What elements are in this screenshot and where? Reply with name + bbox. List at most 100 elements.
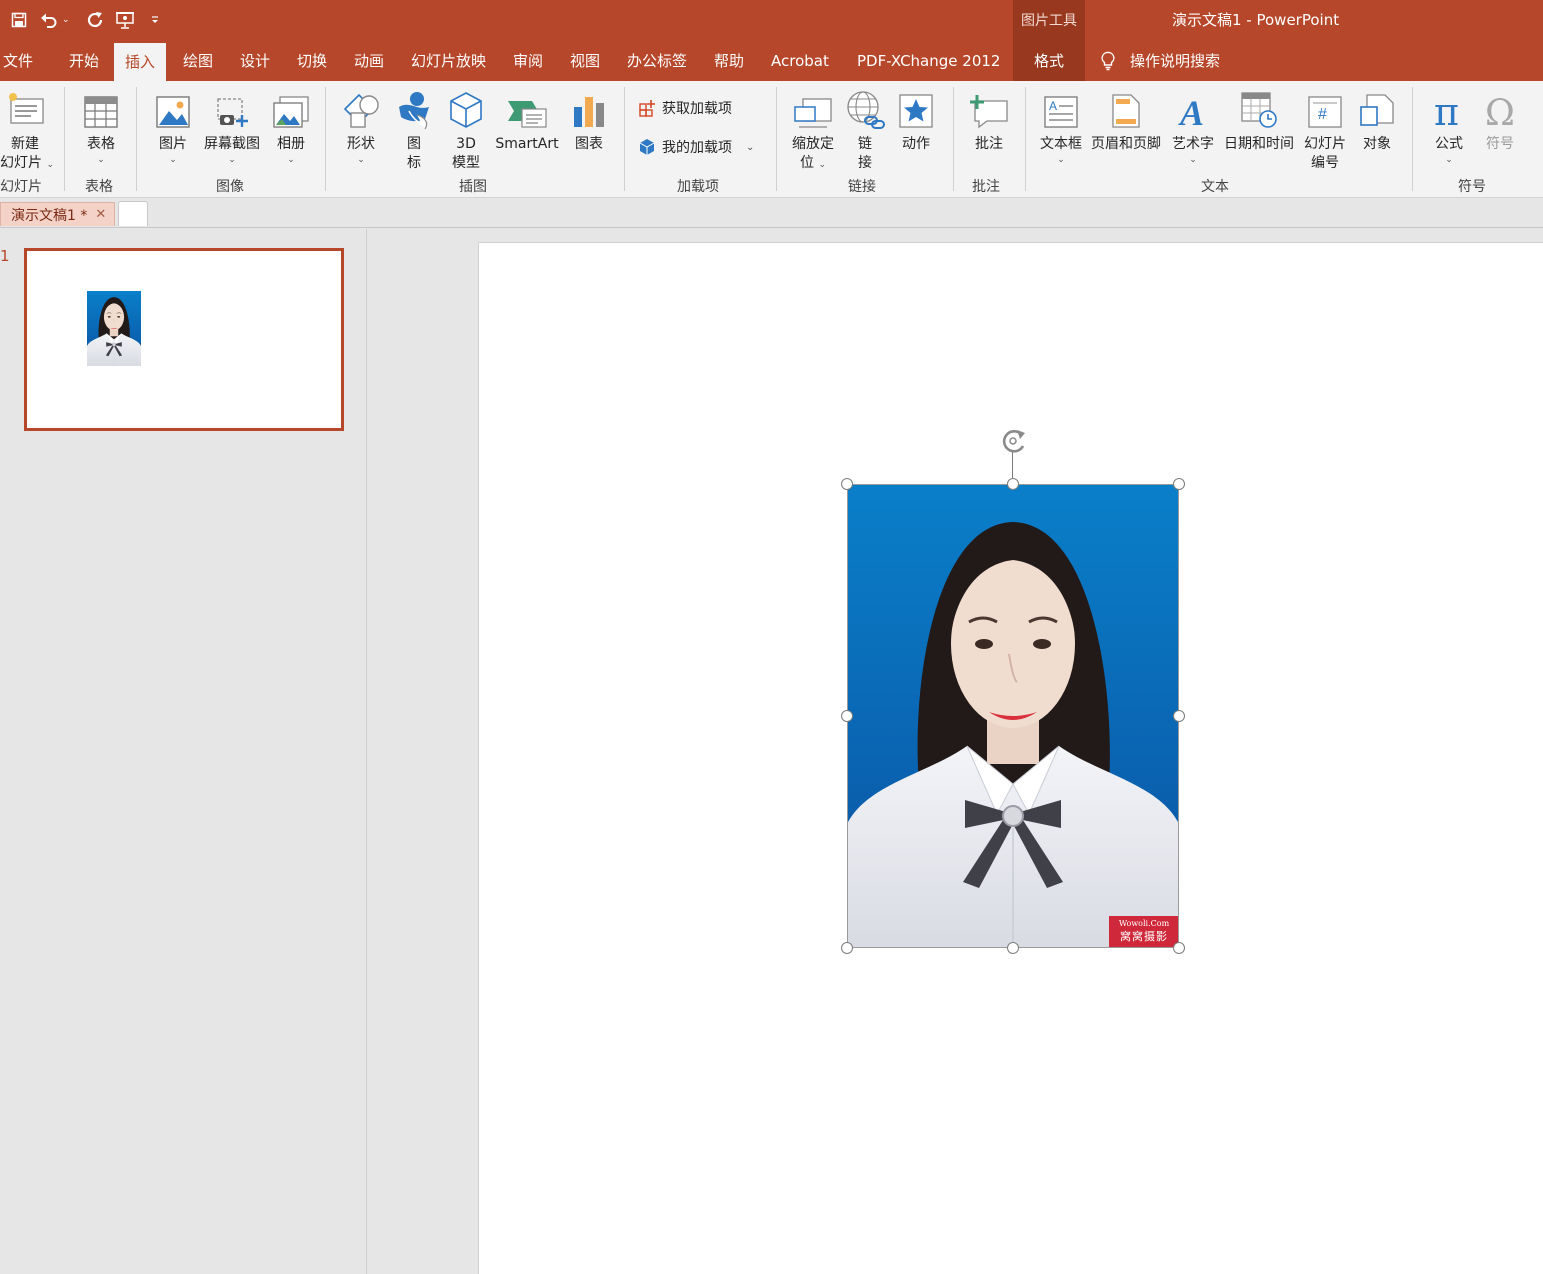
- textbox-button[interactable]: A 文本框 ⌄: [1036, 89, 1086, 166]
- slide-thumbnail[interactable]: [24, 248, 344, 431]
- link-button[interactable]: 链 接: [844, 89, 886, 173]
- rotate-icon: [1002, 430, 1025, 453]
- document-tab[interactable]: 演示文稿1 * ✕: [0, 202, 115, 226]
- get-addins-button[interactable]: 获取加载项: [638, 96, 732, 120]
- smartart-button[interactable]: SmartArt: [492, 89, 562, 154]
- resize-handle-bottom-right[interactable]: [1173, 942, 1185, 954]
- photo-album-button[interactable]: 相册 ⌄: [268, 89, 314, 166]
- save-button[interactable]: [6, 8, 32, 32]
- resize-handle-top-right[interactable]: [1173, 478, 1185, 490]
- rotation-handle[interactable]: [999, 428, 1029, 456]
- tab-file[interactable]: 文件: [3, 40, 33, 81]
- object-icon: [1360, 94, 1394, 126]
- svg-text:π: π: [1434, 95, 1459, 129]
- shapes-label: 形状: [347, 136, 375, 152]
- picture-icon: [156, 96, 190, 128]
- table-dropdown-icon[interactable]: ⌄: [76, 154, 126, 166]
- close-icon[interactable]: ✕: [95, 207, 106, 222]
- new-slide-label-1: 新建: [11, 136, 39, 152]
- wordart-button[interactable]: A 艺术字 ⌄: [1168, 89, 1218, 166]
- tab-transitions[interactable]: 切换: [297, 40, 327, 81]
- present-from-start-icon: [116, 12, 134, 29]
- omega-icon: Ω: [1485, 95, 1515, 129]
- ribbon-tabs: 文件 开始 插入 绘图 设计 切换 动画 幻灯片放映 审阅 视图 办公标签 帮助…: [0, 40, 1543, 81]
- tab-slideshow[interactable]: 幻灯片放映: [411, 40, 486, 81]
- wordart-dropdown-icon[interactable]: ⌄: [1168, 154, 1218, 166]
- equation-dropdown-icon[interactable]: ⌄: [1424, 154, 1474, 166]
- tab-pdf-xchange[interactable]: PDF-XChange 2012: [857, 40, 1000, 81]
- tab-draw[interactable]: 绘图: [183, 40, 213, 81]
- header-footer-icon: [1112, 94, 1140, 128]
- comment-button[interactable]: 批注: [966, 89, 1012, 154]
- 3d-models-button[interactable]: 3D 模型: [444, 89, 488, 173]
- resize-handle-right[interactable]: [1173, 710, 1185, 722]
- screenshot-button[interactable]: 屏幕截图 ⌄: [200, 89, 264, 166]
- equation-button[interactable]: π 公式 ⌄: [1424, 89, 1474, 166]
- chart-icon: [574, 97, 604, 127]
- tab-insert[interactable]: 插入: [114, 43, 167, 81]
- new-tab-button[interactable]: [118, 201, 148, 226]
- tab-help[interactable]: 帮助: [714, 40, 744, 81]
- customize-qat-button[interactable]: [142, 8, 168, 32]
- new-slide-dropdown-icon[interactable]: ⌄: [46, 160, 54, 170]
- tab-acrobat[interactable]: Acrobat: [771, 40, 829, 81]
- tab-view[interactable]: 视图: [570, 40, 600, 81]
- resize-handle-left[interactable]: [841, 710, 853, 722]
- table-button[interactable]: 表格 ⌄: [76, 89, 126, 166]
- undo-button[interactable]: [36, 8, 62, 32]
- link-label-2: 接: [858, 155, 872, 171]
- zoom-button[interactable]: 缩放定 位 ⌄: [786, 89, 840, 173]
- new-slide-label-2: 幻灯片: [0, 155, 42, 171]
- textbox-dropdown-icon[interactable]: ⌄: [1036, 154, 1086, 166]
- screenshot-dropdown-icon[interactable]: ⌄: [200, 154, 264, 166]
- picture-dropdown-icon[interactable]: ⌄: [150, 154, 196, 166]
- chart-button[interactable]: 图表: [568, 89, 610, 154]
- header-footer-button[interactable]: 页眉和页脚: [1088, 89, 1164, 154]
- resize-handle-bottom[interactable]: [1007, 942, 1019, 954]
- my-addins-button[interactable]: 我的加载项 ⌄: [638, 135, 754, 159]
- icons-button[interactable]: 图 标: [392, 89, 436, 173]
- 3d-cube-icon: [450, 92, 482, 128]
- resize-handle-top-left[interactable]: [841, 478, 853, 490]
- shapes-dropdown-icon[interactable]: ⌄: [338, 154, 384, 166]
- tab-format[interactable]: 格式: [1013, 40, 1085, 81]
- svg-text:A: A: [1049, 99, 1057, 113]
- my-addins-dropdown-icon[interactable]: ⌄: [746, 142, 754, 153]
- zoom-label-1: 缩放定: [792, 136, 834, 152]
- tab-office-tabs[interactable]: 办公标签: [627, 40, 687, 81]
- table-icon: [84, 96, 118, 128]
- group-separator: [624, 87, 625, 191]
- symbol-button[interactable]: Ω 符号: [1478, 89, 1522, 154]
- watermark-line-2: 窝窝摄影: [1120, 930, 1168, 943]
- slide-number-button[interactable]: # 幻灯片 编号: [1300, 89, 1350, 173]
- shapes-button[interactable]: 形状 ⌄: [338, 89, 384, 166]
- resize-handle-top[interactable]: [1007, 478, 1019, 490]
- redo-button[interactable]: [82, 8, 108, 32]
- group-separator: [136, 87, 137, 191]
- portrait-picture[interactable]: Wowoli.Com 窝窝摄影: [847, 484, 1179, 948]
- textbox-label: 文本框: [1040, 136, 1082, 152]
- date-time-button[interactable]: 日期和时间: [1220, 89, 1298, 154]
- object-button[interactable]: 对象: [1354, 89, 1400, 154]
- undo-dropdown-icon[interactable]: ⌄: [62, 15, 74, 25]
- group-separator: [64, 87, 65, 191]
- resize-handle-bottom-left[interactable]: [841, 942, 853, 954]
- tab-design[interactable]: 设计: [240, 40, 270, 81]
- 3d-models-label-1: 3D: [456, 136, 476, 152]
- action-button[interactable]: 动作: [894, 89, 938, 154]
- tab-animations[interactable]: 动画: [354, 40, 384, 81]
- photo-album-dropdown-icon[interactable]: ⌄: [268, 154, 314, 166]
- object-label: 对象: [1363, 136, 1391, 152]
- my-addins-label: 我的加载项: [662, 140, 732, 156]
- tab-home[interactable]: 开始: [69, 40, 99, 81]
- document-tab-label: 演示文稿1 *: [11, 207, 88, 224]
- group-links-label: 链接: [848, 179, 876, 195]
- picture-button[interactable]: 图片 ⌄: [150, 89, 196, 166]
- present-from-start-button[interactable]: [112, 8, 138, 32]
- new-slide-button[interactable]: 新建 幻灯片 ⌄: [0, 89, 54, 173]
- slide-number: 1: [0, 247, 10, 265]
- thumbnail-portrait: [87, 291, 141, 366]
- tell-me-search[interactable]: 操作说明搜索: [1100, 40, 1220, 81]
- tab-review[interactable]: 审阅: [513, 40, 543, 81]
- zoom-dropdown-icon[interactable]: ⌄: [818, 160, 826, 170]
